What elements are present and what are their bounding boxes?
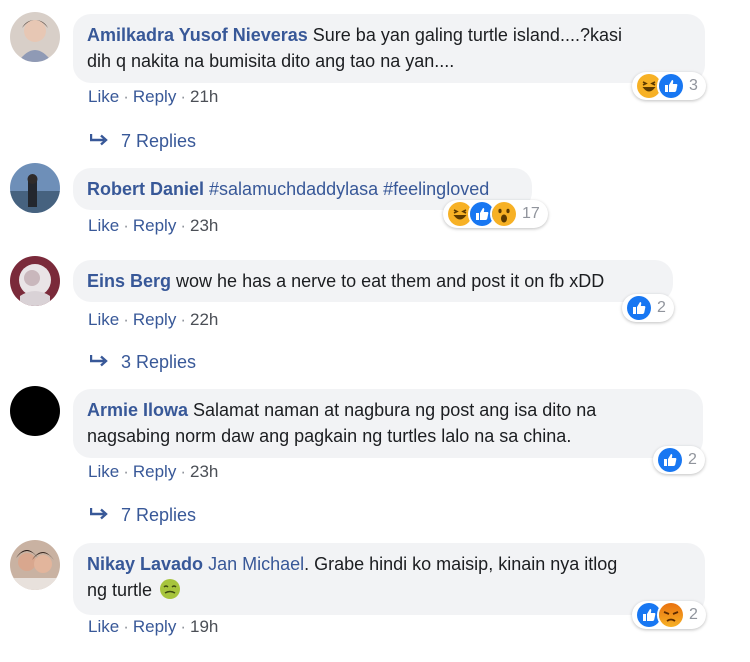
comment-text-line2: nagsabing norm daw ang pagkain ng turtle… [87,426,572,446]
replies-count[interactable]: 3 Replies [121,352,196,372]
mention[interactable]: Jan Michael [208,554,304,574]
separator: · [123,216,129,235]
comment-bubble: Nikay Lavado Jan Michael. Grabe hindi ko … [73,543,705,615]
reaction-count: 3 [689,77,698,94]
view-replies-link[interactable]: 3 Replies [89,352,196,372]
wow-reaction-icon [490,200,518,228]
replies-count[interactable]: 7 Replies [121,131,196,151]
comment-author[interactable]: Eins Berg [87,271,171,291]
avatar[interactable] [10,386,60,436]
comment-author[interactable]: Nikay Lavado [87,554,203,574]
comment-actions: Like · Reply · 21h [88,87,218,107]
reply-link[interactable]: Reply [133,87,176,106]
comment-actions: Like · Reply · 19h [88,617,218,637]
like-reaction-icon [656,446,684,474]
hashtags[interactable]: #salamuchdaddylasa #feelingloved [209,179,489,199]
comment-time[interactable]: 19h [190,617,218,636]
reply-link[interactable]: Reply [133,617,176,636]
comment-actions: Like · Reply · 22h [88,310,218,330]
reply-link[interactable]: Reply [133,462,176,481]
avatar[interactable] [10,12,60,62]
reply-arrow-icon [89,352,109,372]
comment-author[interactable]: Amilkadra Yusof Nieveras [87,25,308,45]
angry-reaction-icon [657,601,685,629]
comment-bubble: Armie Ilowa Salamat naman at nagbura ng p… [73,389,703,458]
separator: · [180,462,186,481]
avatar[interactable] [10,256,60,306]
comment-actions: Like · Reply · 23h [88,462,218,482]
reply-link[interactable]: Reply [133,310,176,329]
reply-arrow-icon [89,131,109,151]
view-replies-link[interactable]: 7 Replies [89,131,196,151]
separator: · [123,617,129,636]
reply-link[interactable]: Reply [133,216,176,235]
nauseated-face-emoji-icon [160,579,181,606]
comment-author[interactable]: Armie Ilowa [87,400,188,420]
comment-text: wow he has a nerve to eat them and post … [176,271,605,291]
reaction-summary[interactable]: 2 [622,294,674,322]
separator: · [180,87,186,106]
comment-time[interactable]: 23h [190,462,218,481]
like-link[interactable]: Like [88,310,119,329]
comment-text: Salamat naman at nagbura ng post ang isa… [193,400,597,420]
separator: · [180,216,186,235]
separator: · [180,310,186,329]
reaction-count: 2 [688,451,697,468]
like-link[interactable]: Like [88,617,119,636]
comment-time[interactable]: 22h [190,310,218,329]
comment-bubble: Amilkadra Yusof Nieveras Sure ba yan gali… [73,14,705,83]
reaction-summary[interactable]: 17 [443,200,548,228]
separator: · [180,617,186,636]
like-reaction-icon [657,72,685,100]
separator: · [123,462,129,481]
reaction-summary[interactable]: 2 [632,601,706,629]
reply-arrow-icon [89,505,109,525]
comment-text: Sure ba yan galing turtle island....?kas… [312,25,622,45]
comment-text: . Grabe hindi ko maisip, kinain nya itlo… [304,554,618,574]
comment-text-line2: ng turtle [87,580,153,600]
comment-actions: Like · Reply · 23h [88,216,218,236]
replies-count[interactable]: 7 Replies [121,505,196,525]
like-link[interactable]: Like [88,462,119,481]
reaction-count: 17 [522,205,540,222]
avatar[interactable] [10,540,60,590]
reaction-summary[interactable]: 2 [653,446,705,474]
separator: · [123,87,129,106]
comment-author[interactable]: Robert Daniel [87,179,204,199]
comment-time[interactable]: 23h [190,216,218,235]
reaction-count: 2 [657,299,666,316]
comment-time[interactable]: 21h [190,87,218,106]
reaction-summary[interactable]: 3 [632,72,706,100]
comment-text-line2: dih q nakita na bumisita dito ang tao na… [87,51,455,71]
reaction-count: 2 [689,606,698,623]
view-replies-link[interactable]: 7 Replies [89,505,196,525]
like-reaction-icon [625,294,653,322]
separator: · [123,310,129,329]
like-link[interactable]: Like [88,87,119,106]
like-link[interactable]: Like [88,216,119,235]
comment-bubble: Eins Berg wow he has a nerve to eat them … [73,260,673,302]
avatar[interactable] [10,163,60,213]
